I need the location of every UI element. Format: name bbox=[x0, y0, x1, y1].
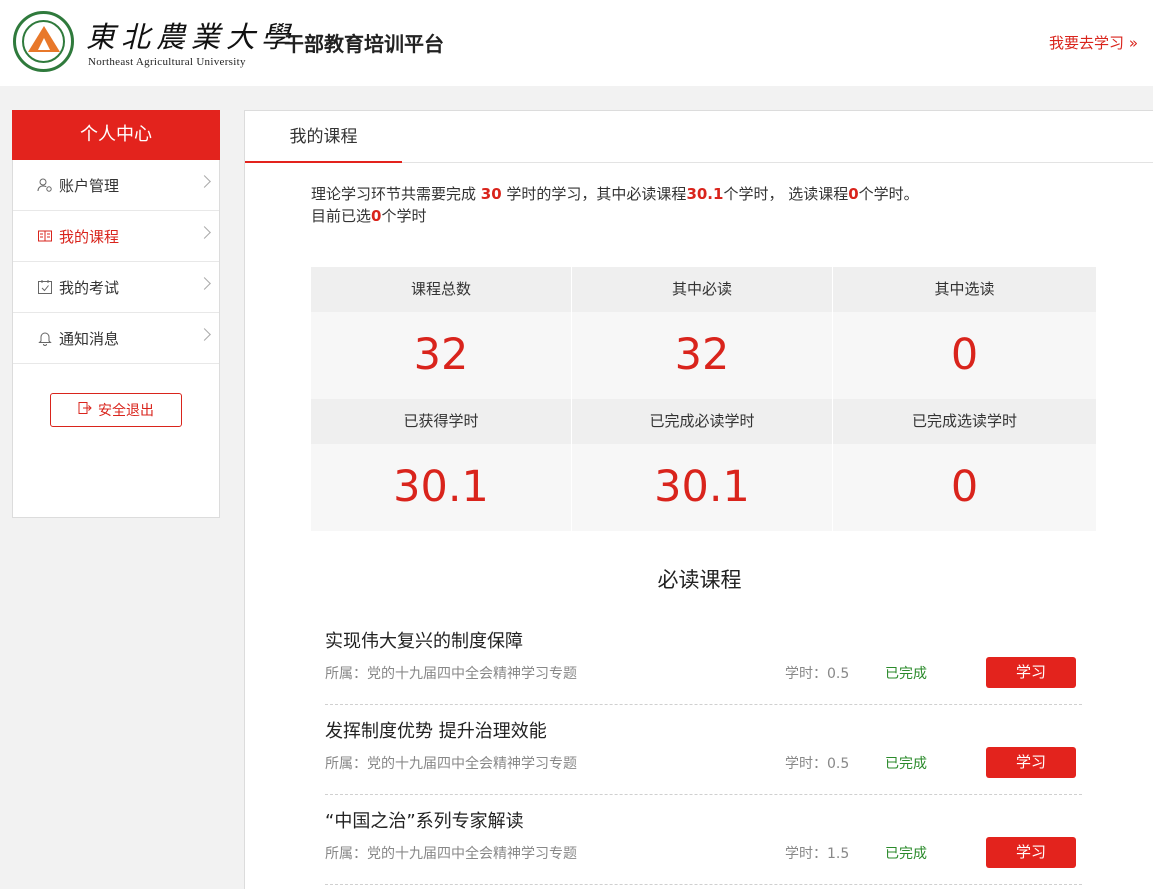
study-summary: 理论学习环节共需要完成 30 学时的学习，其中必读课程30.1个学时， 选读课程… bbox=[311, 185, 919, 225]
stat-value: 32 bbox=[572, 312, 833, 399]
study-button[interactable]: 学习 bbox=[986, 747, 1076, 778]
selected-hours: 0 bbox=[371, 207, 382, 225]
sidebar-item-account[interactable]: 账户管理 bbox=[13, 160, 219, 211]
sidebar-item-label: 账户管理 bbox=[59, 176, 120, 195]
platform-title: 干部教育培训平台 bbox=[284, 32, 444, 56]
course-belong: 所属：党的十九届四中全会精神学习专题 bbox=[325, 666, 577, 682]
main-panel: 我的课程 理论学习环节共需要完成 30 学时的学习，其中必读课程30.1个学时，… bbox=[244, 110, 1153, 889]
stat-label: 已完成必读学时 bbox=[572, 399, 833, 444]
course-title[interactable]: “中国之治”系列专家解读 bbox=[325, 807, 524, 833]
stat-value: 30.1 bbox=[311, 444, 572, 531]
tab-my-courses[interactable]: 我的课程 bbox=[245, 111, 402, 163]
calendar-check-icon bbox=[37, 279, 53, 295]
course-hours: 学时：1.5 bbox=[785, 846, 850, 862]
user-gear-icon bbox=[37, 177, 53, 193]
total-hours: 30 bbox=[480, 185, 502, 203]
required-hours: 30.1 bbox=[686, 185, 724, 203]
chevron-right-icon bbox=[198, 328, 211, 341]
course-title[interactable]: 实现伟大复兴的制度保障 bbox=[325, 627, 523, 653]
chevron-right-icon bbox=[198, 226, 211, 239]
stat-value: 30.1 bbox=[572, 444, 833, 531]
stats-grid: 课程总数 其中必读 其中选读 32 32 0 已获得学时 已完成必读学时 已完成… bbox=[311, 267, 1096, 531]
status-badge: 已完成 bbox=[885, 846, 927, 862]
list-item: “中国之治”系列专家解读 所属：党的十九届四中全会精神学习专题 学时：1.5 已… bbox=[325, 795, 1082, 885]
stat-label: 其中选读 bbox=[833, 267, 1096, 312]
list-item: 实现伟大复兴的制度保障 所属：党的十九届四中全会精神学习专题 学时：0.5 已完… bbox=[325, 615, 1082, 705]
sidebar-title: 个人中心 bbox=[12, 110, 220, 160]
stat-label: 已获得学时 bbox=[311, 399, 572, 444]
sidebar-item-label: 通知消息 bbox=[59, 329, 120, 348]
stat-value: 32 bbox=[311, 312, 572, 399]
sidebar-item-my-courses[interactable]: 我的课程 bbox=[13, 211, 219, 262]
stat-label: 已完成选读学时 bbox=[833, 399, 1096, 444]
course-hours: 学时：0.5 bbox=[785, 756, 850, 772]
sidebar-item-label: 我的考试 bbox=[59, 278, 120, 297]
status-badge: 已完成 bbox=[885, 756, 927, 772]
tab-bar: 我的课程 bbox=[245, 111, 1153, 163]
sidebar-item-notifications[interactable]: 通知消息 bbox=[13, 313, 219, 364]
sidebar-item-label: 我的课程 bbox=[59, 227, 120, 246]
section-title-required: 必读课程 bbox=[657, 568, 742, 592]
university-name-en: Northeast Agricultural University bbox=[88, 56, 246, 68]
university-name-cn: 東北農業大學 bbox=[86, 20, 297, 54]
sidebar: 个人中心 账户管理 我的课程 我的考试 通知消息 安全退出 bbox=[12, 110, 220, 518]
course-list: 实现伟大复兴的制度保障 所属：党的十九届四中全会精神学习专题 学时：0.5 已完… bbox=[325, 615, 1082, 885]
stat-value: 0 bbox=[833, 444, 1096, 531]
stat-value: 0 bbox=[833, 312, 1096, 399]
header: 東北農業大學 Northeast Agricultural University… bbox=[0, 0, 1153, 86]
stat-label: 其中必读 bbox=[572, 267, 833, 312]
logout-icon bbox=[78, 401, 92, 419]
chevron-right-icon bbox=[198, 175, 211, 188]
logout-button[interactable]: 安全退出 bbox=[50, 393, 182, 427]
bell-icon bbox=[37, 330, 53, 346]
university-emblem-icon bbox=[13, 11, 74, 72]
course-belong: 所属：党的十九届四中全会精神学习专题 bbox=[325, 756, 577, 772]
stat-label: 课程总数 bbox=[311, 267, 572, 312]
logout-label: 安全退出 bbox=[98, 403, 154, 419]
elective-hours: 0 bbox=[848, 185, 859, 203]
sidebar-item-my-exams[interactable]: 我的考试 bbox=[13, 262, 219, 313]
go-study-link[interactable]: 我要去学习 » bbox=[1049, 32, 1138, 53]
list-item: 发挥制度优势 提升治理效能 所属：党的十九届四中全会精神学习专题 学时：0.5 … bbox=[325, 705, 1082, 795]
study-button[interactable]: 学习 bbox=[986, 657, 1076, 688]
course-title[interactable]: 发挥制度优势 提升治理效能 bbox=[325, 717, 547, 743]
course-hours: 学时：0.5 bbox=[785, 666, 850, 682]
study-button[interactable]: 学习 bbox=[986, 837, 1076, 868]
book-icon bbox=[37, 228, 53, 244]
course-belong: 所属：党的十九届四中全会精神学习专题 bbox=[325, 846, 577, 862]
chevron-right-icon bbox=[198, 277, 211, 290]
status-badge: 已完成 bbox=[885, 666, 927, 682]
